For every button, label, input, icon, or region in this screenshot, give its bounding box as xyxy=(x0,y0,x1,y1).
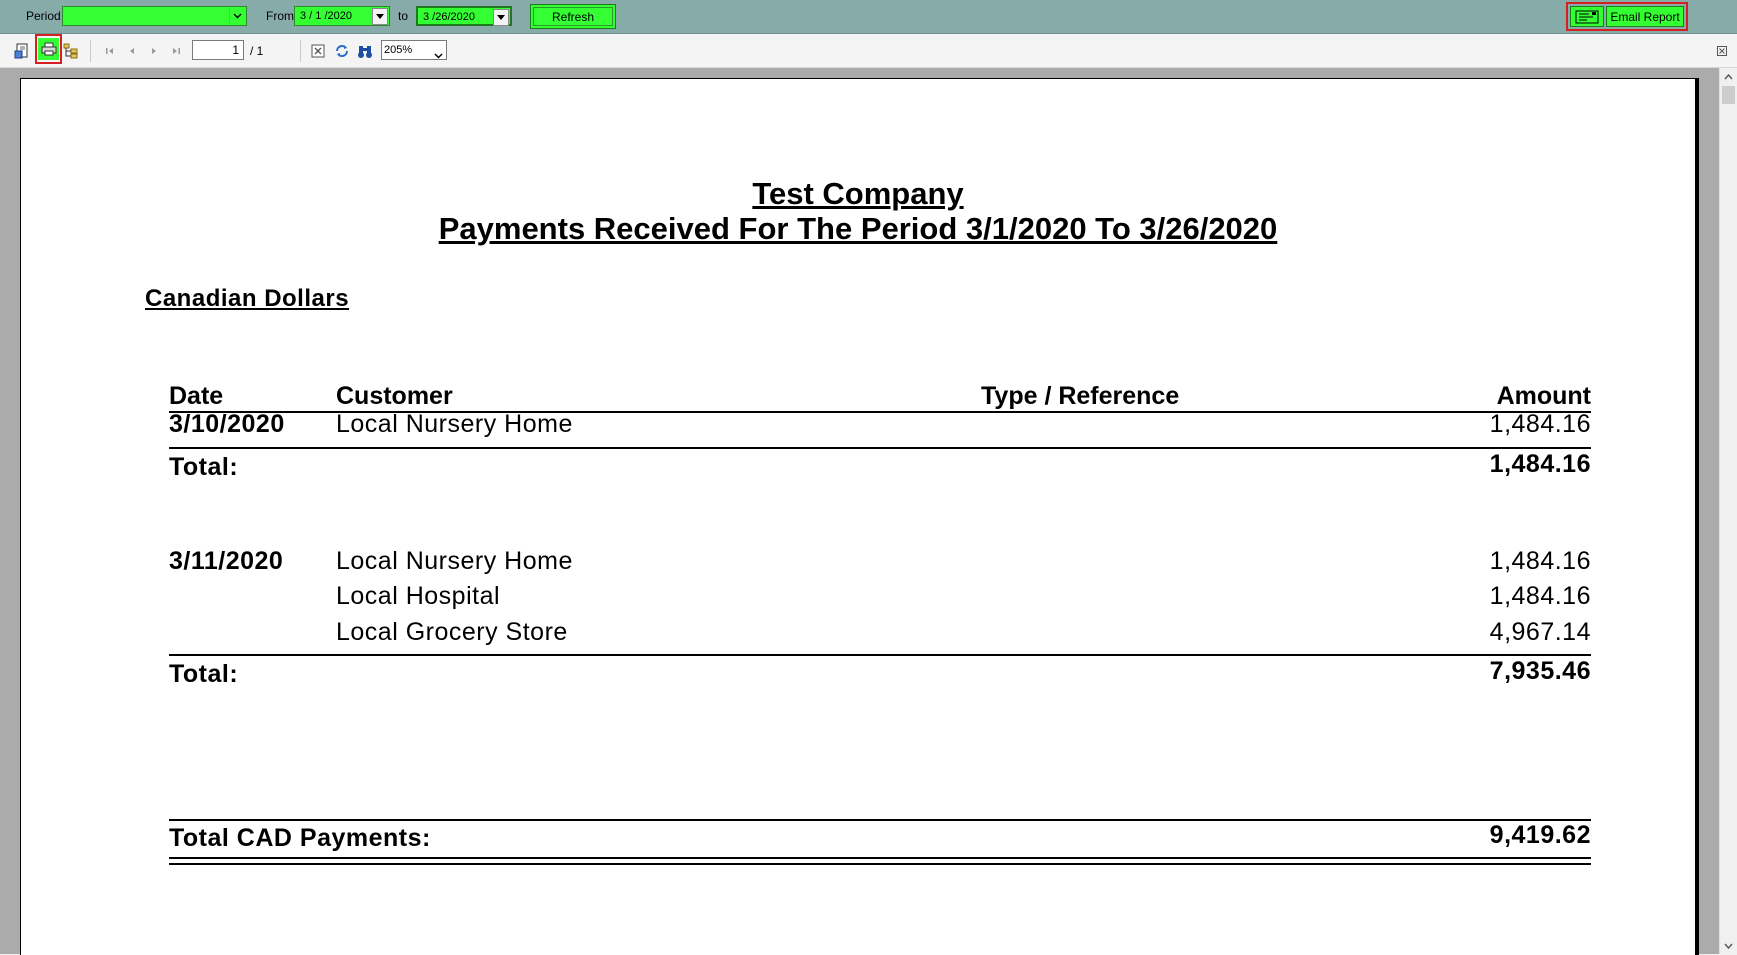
report-filter-bar: Period From 3 / 1 /2020 to 3 /26/2020 Re… xyxy=(0,0,1737,34)
column-header-customer: Customer xyxy=(336,382,453,410)
from-date-value: 3 / 1 /2020 xyxy=(300,10,352,22)
report-list-icon xyxy=(1575,10,1599,23)
vertical-scrollbar[interactable] xyxy=(1719,68,1737,954)
refresh-button[interactable]: Refresh xyxy=(530,4,616,29)
row-amount: 1,484.16 xyxy=(1489,410,1591,438)
next-page-icon[interactable] xyxy=(146,43,162,59)
grand-total-double-rule xyxy=(169,857,1591,859)
subtotal-label: Total: xyxy=(169,453,239,481)
grand-total-amount: 9,419.62 xyxy=(1489,821,1591,849)
row-customer: Local Nursery Home xyxy=(336,410,573,438)
column-header-type-reference: Type / Reference xyxy=(981,382,1180,410)
stop-icon[interactable] xyxy=(310,43,326,59)
toolbar-separator xyxy=(90,40,91,62)
report-viewer: Test Company Payments Received For The P… xyxy=(0,68,1737,955)
group-tree-icon[interactable] xyxy=(63,43,79,59)
refresh-icon[interactable] xyxy=(334,43,350,59)
to-date-value: 3 /26/2020 xyxy=(423,11,475,23)
close-icon[interactable] xyxy=(1716,45,1728,57)
previous-page-icon[interactable] xyxy=(124,43,140,59)
chevron-down-icon xyxy=(493,9,509,26)
last-page-icon[interactable] xyxy=(168,43,184,59)
from-label: From xyxy=(266,9,294,23)
subtotal-amount: 1,484.16 xyxy=(1489,450,1591,478)
zoom-value: 205% xyxy=(384,44,413,56)
refresh-button-label: Refresh xyxy=(551,9,595,24)
chevron-down-icon xyxy=(229,8,245,24)
column-header-date: Date xyxy=(169,382,224,410)
email-icon-button[interactable] xyxy=(1570,6,1604,27)
subtotal-amount: 7,935.46 xyxy=(1489,657,1591,685)
page-number-input[interactable]: 1 xyxy=(192,40,244,60)
group-date: 3/10/2020 xyxy=(169,410,285,438)
first-page-icon[interactable] xyxy=(102,43,118,59)
grand-total-label: Total CAD Payments: xyxy=(169,824,431,852)
row-amount: 4,967.14 xyxy=(1489,618,1591,646)
report-subtitle: Payments Received For The Period 3/1/202… xyxy=(438,211,1278,246)
period-dropdown[interactable] xyxy=(62,6,247,26)
period-label: Period xyxy=(26,9,61,23)
subtotal-label: Total: xyxy=(169,660,239,688)
email-report-label: Email Report xyxy=(1610,9,1680,24)
grand-total-top-rule xyxy=(169,819,1591,821)
grand-total-double-rule xyxy=(169,863,1591,865)
subtotal-rule xyxy=(169,654,1591,656)
report-page: Test Company Payments Received For The P… xyxy=(20,78,1695,955)
to-label: to xyxy=(398,9,409,23)
row-customer: Local Grocery Store xyxy=(336,618,568,646)
zoom-select[interactable]: 205% xyxy=(381,40,447,60)
from-date-picker[interactable]: 3 / 1 /2020 xyxy=(294,6,390,26)
page-total-label: / 1 xyxy=(250,44,264,58)
row-amount: 1,484.16 xyxy=(1489,582,1591,610)
to-date-picker[interactable]: 3 /26/2020 xyxy=(416,6,512,26)
chevron-down-icon xyxy=(434,47,443,65)
group-date: 3/11/2020 xyxy=(169,547,284,575)
row-amount: 1,484.16 xyxy=(1489,547,1591,575)
row-customer: Local Hospital xyxy=(336,582,501,610)
subtotal-rule xyxy=(169,447,1591,449)
print-icon[interactable] xyxy=(38,38,59,60)
toolbar-separator xyxy=(300,40,301,62)
viewer-toolbar: 1 / 1 205% xyxy=(0,34,1737,68)
row-customer: Local Nursery Home xyxy=(336,547,573,575)
scrollbar-thumb[interactable] xyxy=(1722,86,1735,104)
currency-heading: Canadian Dollars xyxy=(145,285,350,312)
export-icon[interactable] xyxy=(14,43,30,59)
scroll-down-icon[interactable] xyxy=(1720,937,1737,954)
scroll-up-icon[interactable] xyxy=(1720,68,1737,85)
column-header-amount: Amount xyxy=(1496,382,1591,410)
chevron-down-icon xyxy=(372,8,388,25)
email-report-button[interactable]: Email Report xyxy=(1606,6,1684,27)
company-title: Test Company xyxy=(752,176,964,211)
binoculars-search-icon[interactable] xyxy=(357,43,373,59)
